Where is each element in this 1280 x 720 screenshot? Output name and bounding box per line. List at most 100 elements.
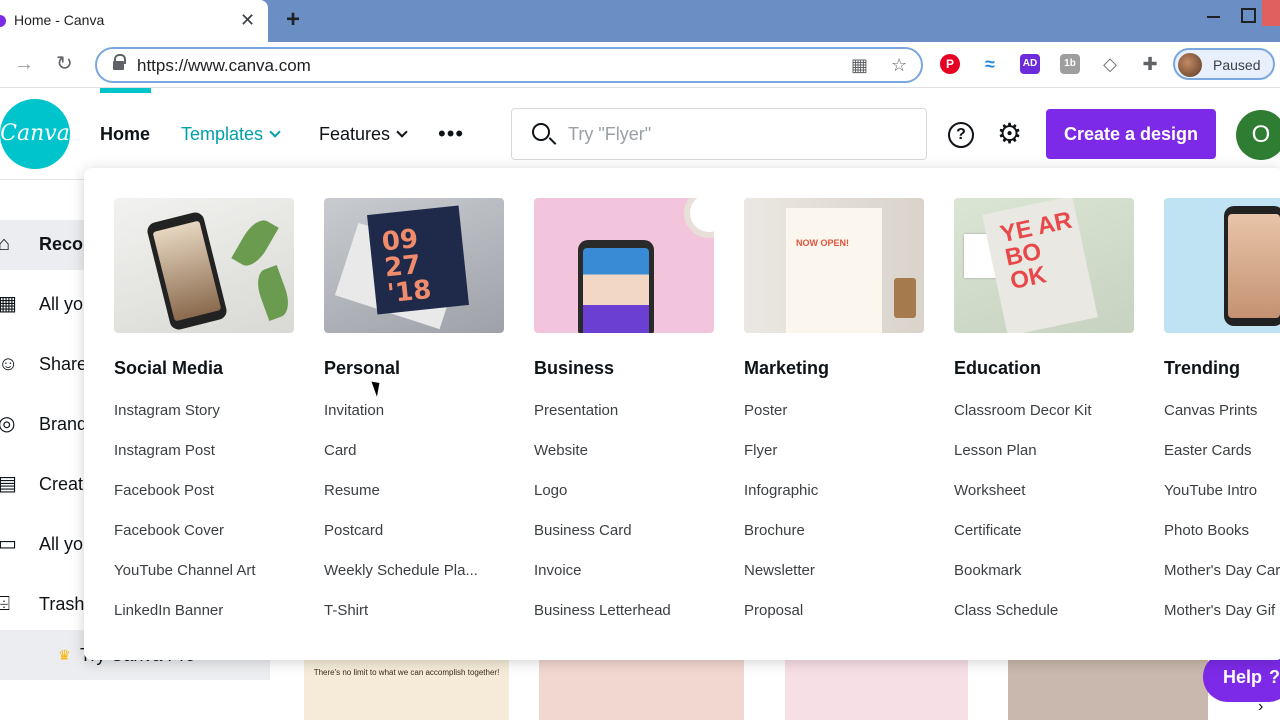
sidebar-item-label: Trash xyxy=(39,594,85,614)
people-icon: ☺ xyxy=(0,353,19,375)
template-link[interactable]: Invoice xyxy=(534,562,714,602)
tab-close-icon[interactable]: ✕ xyxy=(240,10,255,30)
phone-screen xyxy=(1228,214,1280,318)
template-link[interactable]: Classroom Decor Kit xyxy=(954,402,1134,442)
category-links: Invitation Card Resume Postcard Weekly S… xyxy=(324,402,504,642)
canva-logo[interactable]: Canva xyxy=(0,99,70,169)
minimize-window-button[interactable] xyxy=(1204,6,1224,26)
template-link[interactable]: Facebook Post xyxy=(114,482,294,522)
template-link[interactable]: Business Letterhead xyxy=(534,602,714,642)
help-icon[interactable]: ? xyxy=(948,122,974,148)
sidebar-item-label: All yo xyxy=(39,534,84,554)
nav-features[interactable]: Features xyxy=(319,124,408,145)
url-text[interactable]: https://www.canva.com xyxy=(137,56,311,76)
template-link[interactable]: Instagram Post xyxy=(114,442,294,482)
template-link[interactable]: Facebook Cover xyxy=(114,522,294,562)
template-link[interactable]: Proposal xyxy=(744,602,924,642)
template-thumbnail[interactable]: There's no limit to what we can accompli… xyxy=(304,655,509,720)
template-link[interactable]: YouTube Intro xyxy=(1164,482,1280,522)
trending-image[interactable] xyxy=(1164,198,1280,333)
template-link[interactable]: T-Shirt xyxy=(324,602,504,642)
restore-window-button[interactable] xyxy=(1238,6,1258,26)
poster-illustration: NOW OPEN! xyxy=(786,208,882,333)
template-link[interactable]: Mother's Day Car xyxy=(1164,562,1280,602)
marketing-image[interactable]: NOW OPEN! xyxy=(744,198,924,333)
template-link[interactable]: Invitation xyxy=(324,402,504,442)
canva-favicon-icon xyxy=(0,15,6,27)
qr-code-icon[interactable]: ▦ xyxy=(851,55,868,75)
sidebar-item-label: Creat xyxy=(39,474,84,494)
category-links: Instagram Story Instagram Post Facebook … xyxy=(114,402,294,642)
template-link[interactable]: Lesson Plan xyxy=(954,442,1134,482)
pinterest-icon[interactable]: P xyxy=(940,54,960,74)
close-window-button[interactable] xyxy=(1262,0,1280,26)
template-link[interactable]: Instagram Story xyxy=(114,402,294,442)
nav-templates[interactable]: Templates xyxy=(181,124,281,145)
tag-icon[interactable]: ◇ xyxy=(1100,54,1120,74)
template-link[interactable]: Photo Books xyxy=(1164,522,1280,562)
phone-screen xyxy=(583,248,649,333)
template-link[interactable]: Business Card xyxy=(534,522,714,562)
template-link[interactable]: LinkedIn Banner xyxy=(114,602,294,642)
more-options-icon[interactable]: ••• xyxy=(438,121,464,147)
create-design-button[interactable]: Create a design xyxy=(1046,109,1216,159)
chevron-down-icon xyxy=(396,126,408,138)
business-image[interactable] xyxy=(534,198,714,333)
template-link[interactable]: Flyer xyxy=(744,442,924,482)
search-bar[interactable] xyxy=(511,108,927,160)
template-link[interactable]: Logo xyxy=(534,482,714,522)
gear-icon[interactable]: ⚙ xyxy=(997,120,1022,148)
category-heading[interactable]: Personal xyxy=(324,358,504,380)
browser-tab[interactable]: Home - Canva ✕ xyxy=(0,0,268,42)
category-heading[interactable]: Business xyxy=(534,358,714,380)
template-link[interactable]: Canvas Prints xyxy=(1164,402,1280,442)
personal-image[interactable]: 09 27 '18 xyxy=(324,198,504,333)
template-link[interactable]: Mother's Day Gif xyxy=(1164,602,1280,642)
wave-icon[interactable]: ≈ xyxy=(980,54,1000,74)
category-links: Poster Flyer Infographic Brochure Newsle… xyxy=(744,402,924,642)
category-heading[interactable]: Marketing xyxy=(744,358,924,380)
puzzle-icon[interactable]: ✚ xyxy=(1140,54,1160,74)
template-link[interactable]: Bookmark xyxy=(954,562,1134,602)
template-link[interactable]: Easter Cards xyxy=(1164,442,1280,482)
template-category-business: Business Presentation Website Logo Busin… xyxy=(534,198,714,642)
template-category-marketing: NOW OPEN! Marketing Poster Flyer Infogra… xyxy=(744,198,924,642)
bookmark-star-icon[interactable]: ☆ xyxy=(891,55,907,75)
nav-home[interactable]: Home xyxy=(100,124,150,145)
template-thumbnail[interactable] xyxy=(1008,655,1208,720)
template-link[interactable]: YouTube Channel Art xyxy=(114,562,294,602)
template-link[interactable]: Brochure xyxy=(744,522,924,562)
template-link[interactable]: Card xyxy=(324,442,504,482)
template-link[interactable]: Resume xyxy=(324,482,504,522)
address-bar[interactable]: https://www.canva.com ▦ ☆ xyxy=(95,47,923,83)
education-image[interactable]: YE AR BO OK xyxy=(954,198,1134,333)
template-link[interactable]: Newsletter xyxy=(744,562,924,602)
template-link[interactable]: Infographic xyxy=(744,482,924,522)
yearbook-illustration: YE AR BO OK xyxy=(982,198,1098,333)
category-heading[interactable]: Trending xyxy=(1164,358,1280,380)
help-widget-q: ? xyxy=(1269,667,1280,687)
category-heading[interactable]: Social Media xyxy=(114,358,294,380)
lock-icon[interactable] xyxy=(113,54,126,71)
template-link[interactable]: Certificate xyxy=(954,522,1134,562)
template-thumbnail[interactable] xyxy=(539,655,744,720)
forward-arrow-icon[interactable]: → xyxy=(14,52,34,76)
profile-button[interactable]: Paused xyxy=(1173,48,1275,80)
ad-icon[interactable]: AD xyxy=(1020,54,1040,74)
social-media-image[interactable] xyxy=(114,198,294,333)
category-heading[interactable]: Education xyxy=(954,358,1134,380)
template-link[interactable]: Poster xyxy=(744,402,924,442)
template-link[interactable]: Website xyxy=(534,442,714,482)
reload-icon[interactable]: ↻ xyxy=(56,52,73,76)
template-thumbnail[interactable] xyxy=(785,655,968,720)
template-link[interactable]: Worksheet xyxy=(954,482,1134,522)
template-link[interactable]: Presentation xyxy=(534,402,714,442)
user-avatar[interactable]: O xyxy=(1236,110,1280,160)
profile-status: Paused xyxy=(1213,57,1261,73)
new-tab-button[interactable]: + xyxy=(286,8,300,32)
tb-icon[interactable]: 1b xyxy=(1060,54,1080,74)
search-input[interactable] xyxy=(568,121,908,147)
template-link[interactable]: Weekly Schedule Pla... xyxy=(324,562,504,602)
template-link[interactable]: Class Schedule xyxy=(954,602,1134,642)
template-link[interactable]: Postcard xyxy=(324,522,504,562)
